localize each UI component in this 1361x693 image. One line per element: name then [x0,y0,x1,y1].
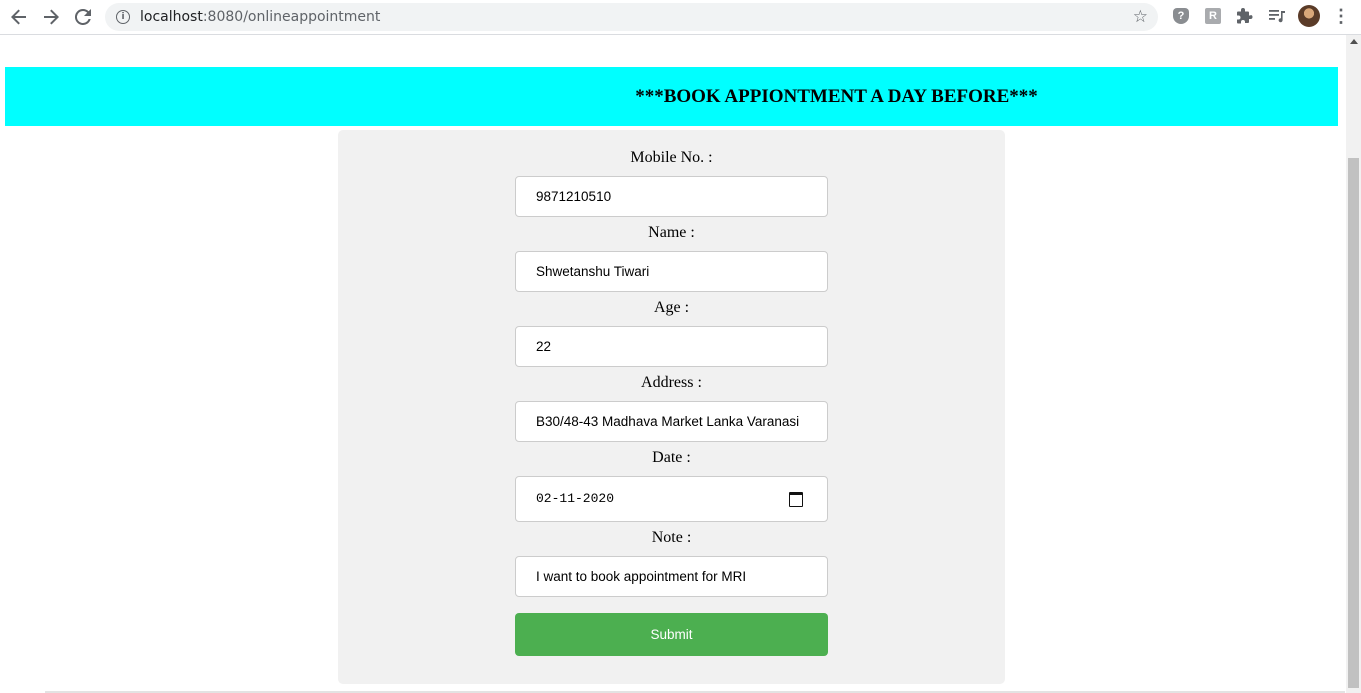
name-label: Name : [648,224,695,241]
star-icon[interactable]: ☆ [1133,7,1148,27]
url-text: localhost:8080/onlineappointment [140,9,381,25]
extension-r-icon[interactable]: R [1204,7,1222,25]
media-queue-icon[interactable] [1268,7,1286,25]
date-input[interactable]: 02-11-2020 [515,476,828,522]
calendar-icon[interactable] [789,492,803,507]
page-scrollbar[interactable] [1346,35,1361,693]
address-label: Address : [641,374,702,391]
date-label: Date : [652,449,691,466]
name-input[interactable]: Shwetanshu Tiwari [515,251,828,292]
reload-icon[interactable] [70,5,96,29]
puzzle-icon[interactable] [1236,7,1254,25]
note-label: Note : [651,529,692,546]
address-input[interactable]: B30/48-43 Madhava Market Lanka Varanasi [515,401,828,442]
note-input[interactable]: I want to book appointment for MRI [515,556,828,597]
avatar[interactable] [1298,5,1320,27]
menu-dots-icon[interactable]: ⋮ [1332,6,1350,26]
info-icon[interactable]: i [116,10,130,24]
forward-arrow-icon[interactable] [38,5,64,29]
address-bar[interactable]: i localhost:8080/onlineappointment ☆ [105,3,1158,31]
back-arrow-icon[interactable] [6,5,32,29]
browser-toolbar: i localhost:8080/onlineappointment ☆ ? R… [0,0,1361,35]
scrollbar-thumb[interactable] [1348,158,1359,688]
age-input[interactable]: 22 [515,326,828,367]
appointment-form: Mobile No. : 9871210510 Name : Shwetansh… [338,130,1005,684]
date-value: 02-11-2020 [536,491,615,506]
banner-text: ***BOOK APPIONTMENT A DAY BEFORE*** [635,86,1038,107]
mobile-input[interactable]: 9871210510 [515,176,828,217]
announcement-banner: ***BOOK APPIONTMENT A DAY BEFORE*** [5,67,1338,126]
scroll-up-arrow-icon[interactable] [1350,39,1358,44]
help-shield-icon[interactable]: ? [1172,7,1190,25]
age-label: Age : [653,299,690,316]
mobile-label: Mobile No. : [630,149,713,166]
submit-button[interactable]: Submit [515,613,828,656]
